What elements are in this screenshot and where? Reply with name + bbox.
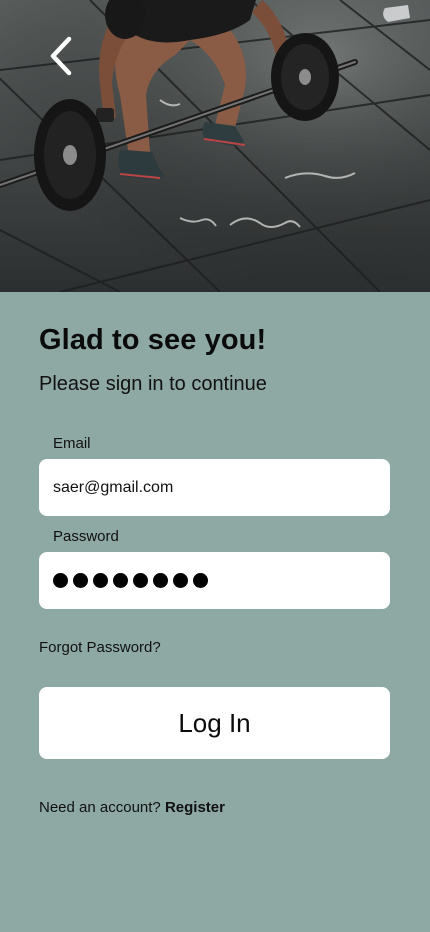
password-dot	[53, 573, 68, 588]
password-dot	[73, 573, 88, 588]
password-mask	[53, 573, 208, 588]
register-prompt-text: Need an account?	[39, 799, 161, 816]
password-dot	[153, 573, 168, 588]
login-screen: Glad to see you! Please sign in to conti…	[0, 0, 430, 932]
register-link[interactable]: Register	[165, 799, 225, 816]
password-dot	[93, 573, 108, 588]
forgot-password-link[interactable]: Forgot Password?	[39, 639, 161, 656]
register-prompt: Need an account? Register	[39, 799, 225, 816]
password-label: Password	[53, 528, 119, 545]
page-title: Glad to see you!	[39, 324, 267, 356]
hero-photo	[0, 0, 430, 292]
email-label: Email	[53, 435, 91, 452]
password-dot	[133, 573, 148, 588]
password-dot	[193, 573, 208, 588]
chevron-left-icon	[50, 36, 72, 76]
password-dot	[173, 573, 188, 588]
page-subtitle: Please sign in to continue	[39, 373, 267, 395]
back-button[interactable]	[36, 30, 84, 82]
password-dot	[113, 573, 128, 588]
login-button[interactable]: Log In	[39, 687, 390, 759]
email-field-container	[39, 459, 390, 516]
email-field[interactable]	[53, 478, 376, 497]
password-field[interactable]	[39, 552, 390, 609]
